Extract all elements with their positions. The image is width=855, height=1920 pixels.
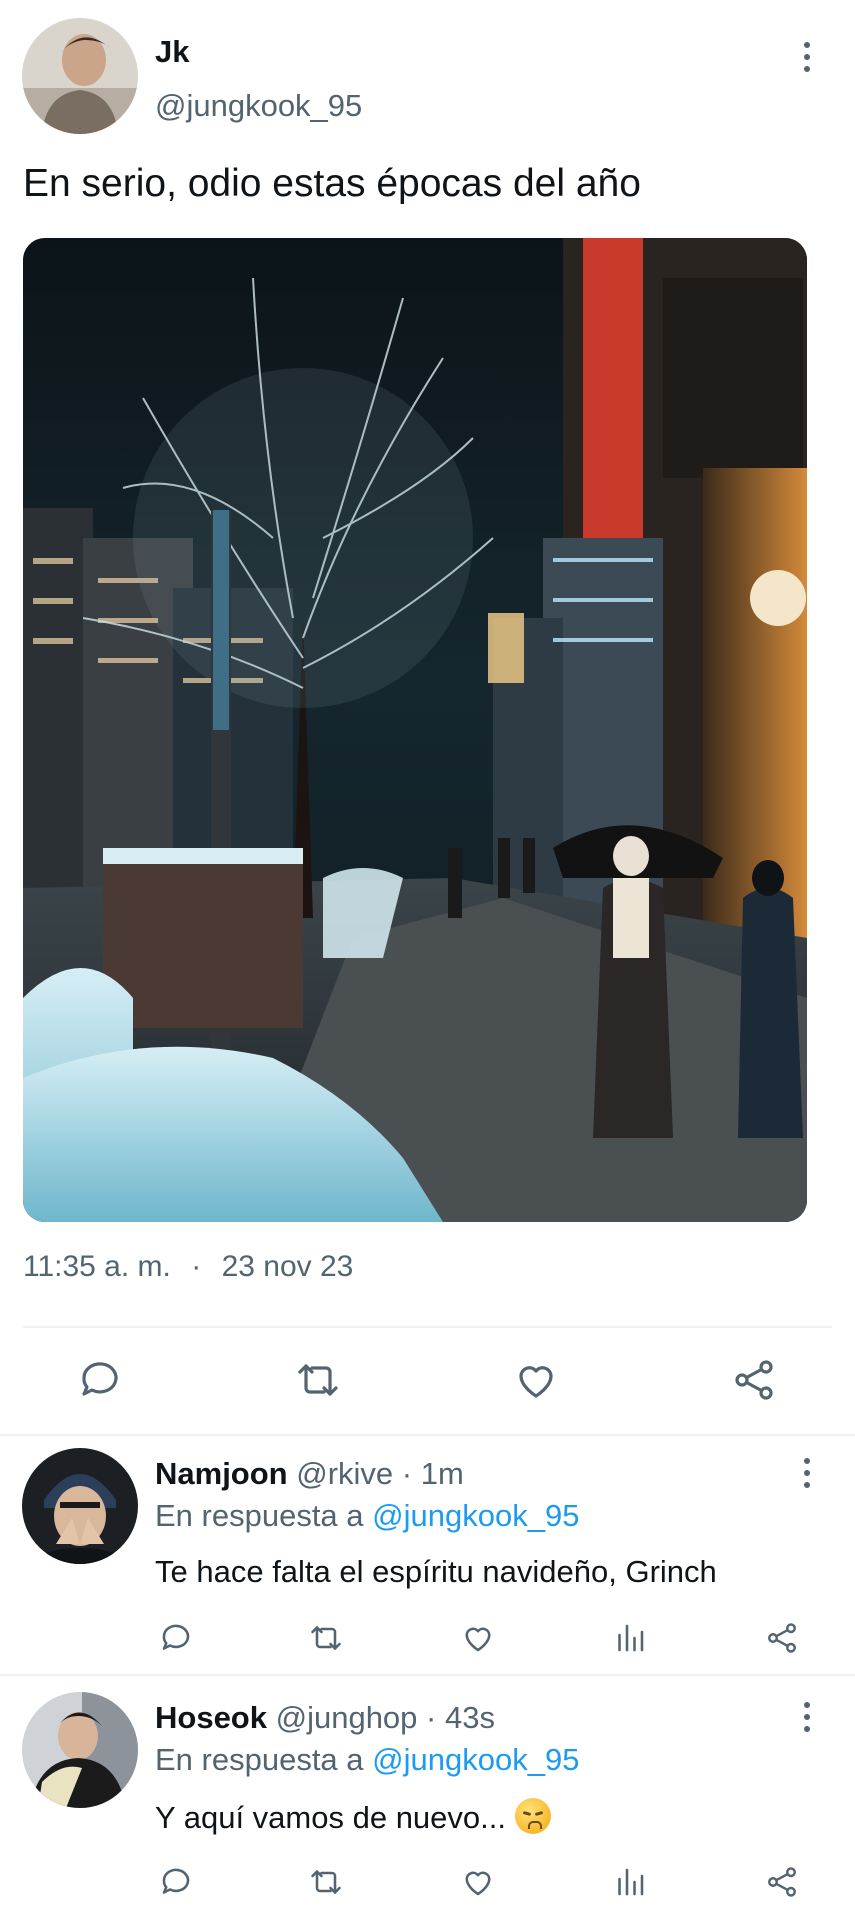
worried-face-emoji	[514, 1798, 551, 1834]
tweet-time: 11:35 a. m.	[23, 1250, 171, 1283]
divider	[0, 1434, 855, 1436]
reply-icon[interactable]	[76, 1356, 124, 1404]
retweet-icon[interactable]	[294, 1356, 342, 1404]
reply-time: 1m	[420, 1456, 464, 1491]
analytics-icon[interactable]	[612, 1620, 648, 1656]
reply-prefix: En respuesta a	[155, 1498, 364, 1533]
like-icon[interactable]	[460, 1620, 496, 1656]
reply-prefix: En respuesta a	[155, 1742, 364, 1777]
more-options-icon[interactable]	[802, 1702, 812, 1732]
reply-time-separator: ·	[426, 1700, 437, 1735]
divider	[23, 1326, 832, 1328]
share-icon[interactable]	[764, 1864, 800, 1900]
reply-icon[interactable]	[158, 1864, 194, 1900]
meta-separator: ·	[191, 1250, 202, 1283]
reply-time: 43s	[445, 1700, 495, 1735]
reply-avatar-hoseok[interactable]	[22, 1692, 138, 1808]
reply-context: En respuesta a @jungkook_95	[155, 1498, 579, 1534]
more-options-icon[interactable]	[802, 1458, 812, 1488]
tweet-timestamp[interactable]: 11:35 a. m. · 23 nov 23	[23, 1250, 353, 1284]
reply-header: Namjoon @rkive · 1m	[155, 1456, 464, 1492]
tweet-text: En serio, odio estas épocas del año	[23, 162, 641, 205]
reply-time-separator: ·	[401, 1456, 413, 1491]
reply-mention[interactable]: @jungkook_95	[372, 1742, 579, 1777]
reply-context: En respuesta a @jungkook_95	[155, 1742, 579, 1778]
reply-mention[interactable]: @jungkook_95	[372, 1498, 579, 1533]
more-options-icon[interactable]	[802, 42, 812, 72]
tweet-image[interactable]	[23, 238, 807, 1222]
reply-author-handle[interactable]: @rkive	[296, 1456, 393, 1491]
reply-avatar-namjoon[interactable]	[22, 1448, 138, 1564]
share-icon[interactable]	[764, 1620, 800, 1656]
reply-header: Hoseok @junghop · 43s	[155, 1700, 495, 1736]
author-avatar[interactable]	[22, 18, 138, 134]
author-handle[interactable]: @jungkook_95	[155, 88, 362, 124]
divider	[0, 1674, 855, 1676]
like-icon[interactable]	[460, 1864, 496, 1900]
reply-icon[interactable]	[158, 1620, 194, 1656]
share-icon[interactable]	[730, 1356, 778, 1404]
reply-text: Y aquí vamos de nuevo...	[155, 1800, 506, 1835]
retweet-icon[interactable]	[308, 1620, 344, 1656]
retweet-icon[interactable]	[308, 1864, 344, 1900]
analytics-icon[interactable]	[612, 1864, 648, 1900]
like-icon[interactable]	[512, 1356, 560, 1404]
tweet-date: 23 nov 23	[221, 1250, 354, 1283]
reply-text-row: Y aquí vamos de nuevo...	[155, 1798, 551, 1836]
reply-text: Te hace falta el espíritu navideño, Grin…	[155, 1554, 717, 1589]
reply-author-name[interactable]: Hoseok	[155, 1700, 267, 1735]
author-name[interactable]: Jk	[155, 34, 189, 70]
reply-author-name[interactable]: Namjoon	[155, 1456, 288, 1491]
reply-author-handle[interactable]: @junghop	[276, 1700, 418, 1735]
